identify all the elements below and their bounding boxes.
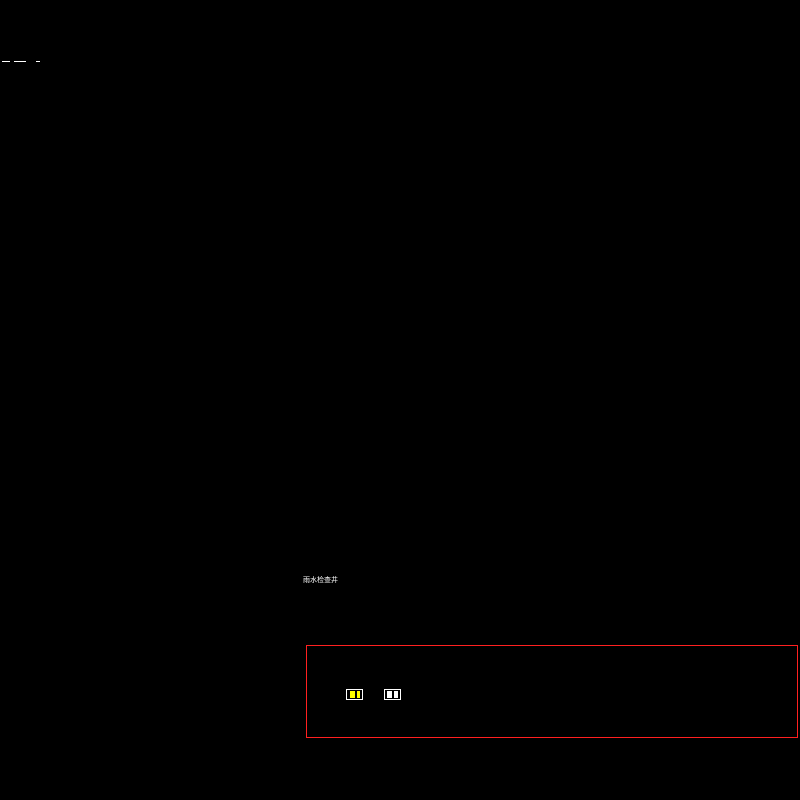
stamp-yellow-fill-2 — [356, 691, 360, 698]
stray-line-mark — [2, 61, 10, 62]
drawing-canvas: 雨水检查井 — [0, 0, 800, 800]
stamp-white-fill — [387, 691, 392, 698]
stamp-yellow — [346, 689, 363, 700]
stamp-yellow-fill — [349, 691, 355, 698]
stamp-white — [384, 689, 401, 700]
stray-line-mark — [36, 61, 40, 62]
stray-line-mark — [14, 61, 26, 62]
drawing-caption: 雨水检查井 — [303, 576, 338, 584]
title-block-frame — [306, 645, 798, 738]
stamp-white-fill-2 — [394, 691, 398, 698]
